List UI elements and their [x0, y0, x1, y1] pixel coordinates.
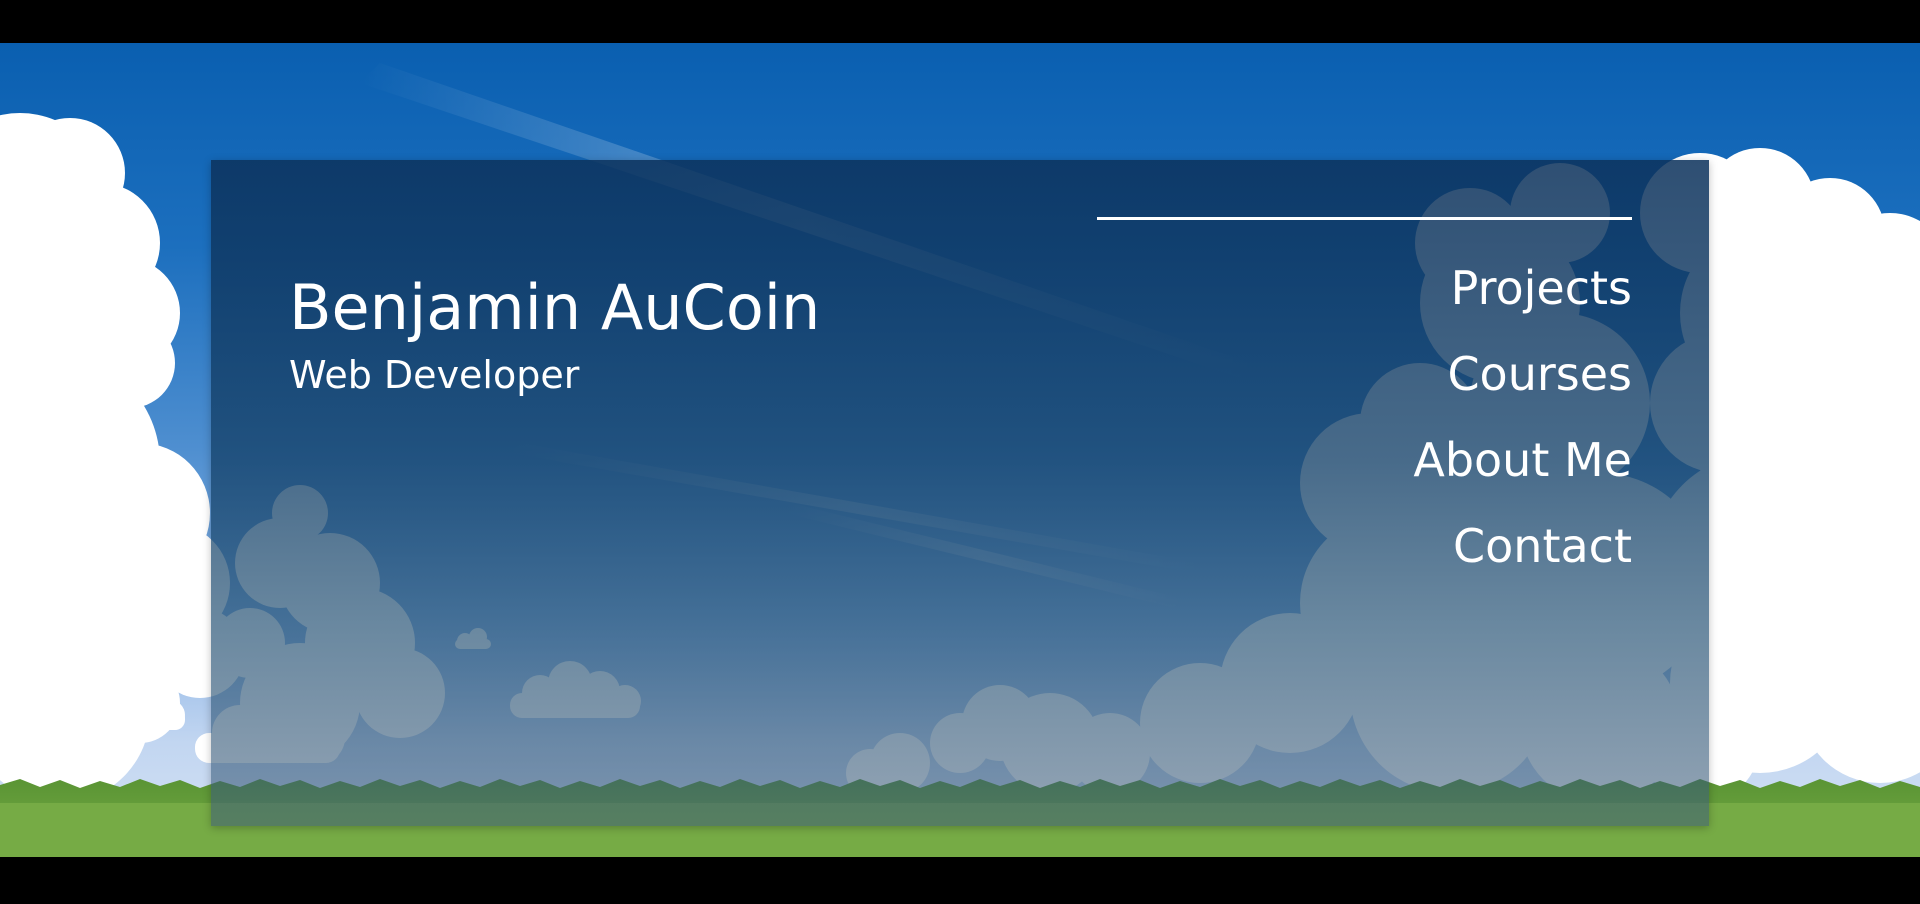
- sky-background: [0, 43, 1920, 857]
- site-owner-name: Benjamin AuCoin: [289, 271, 821, 344]
- main-nav: Projects Courses About Me Contact: [1413, 245, 1632, 589]
- nav-link-about-me[interactable]: About Me: [1413, 417, 1632, 503]
- site-owner-role: Web Developer: [289, 353, 580, 397]
- nav-link-courses[interactable]: Courses: [1447, 331, 1632, 417]
- letterbox-bottom: [0, 857, 1920, 904]
- nav-link-contact[interactable]: Contact: [1453, 503, 1632, 589]
- letterbox-top: [0, 0, 1920, 43]
- nav-divider: [1097, 217, 1632, 220]
- nav-link-projects[interactable]: Projects: [1451, 245, 1632, 331]
